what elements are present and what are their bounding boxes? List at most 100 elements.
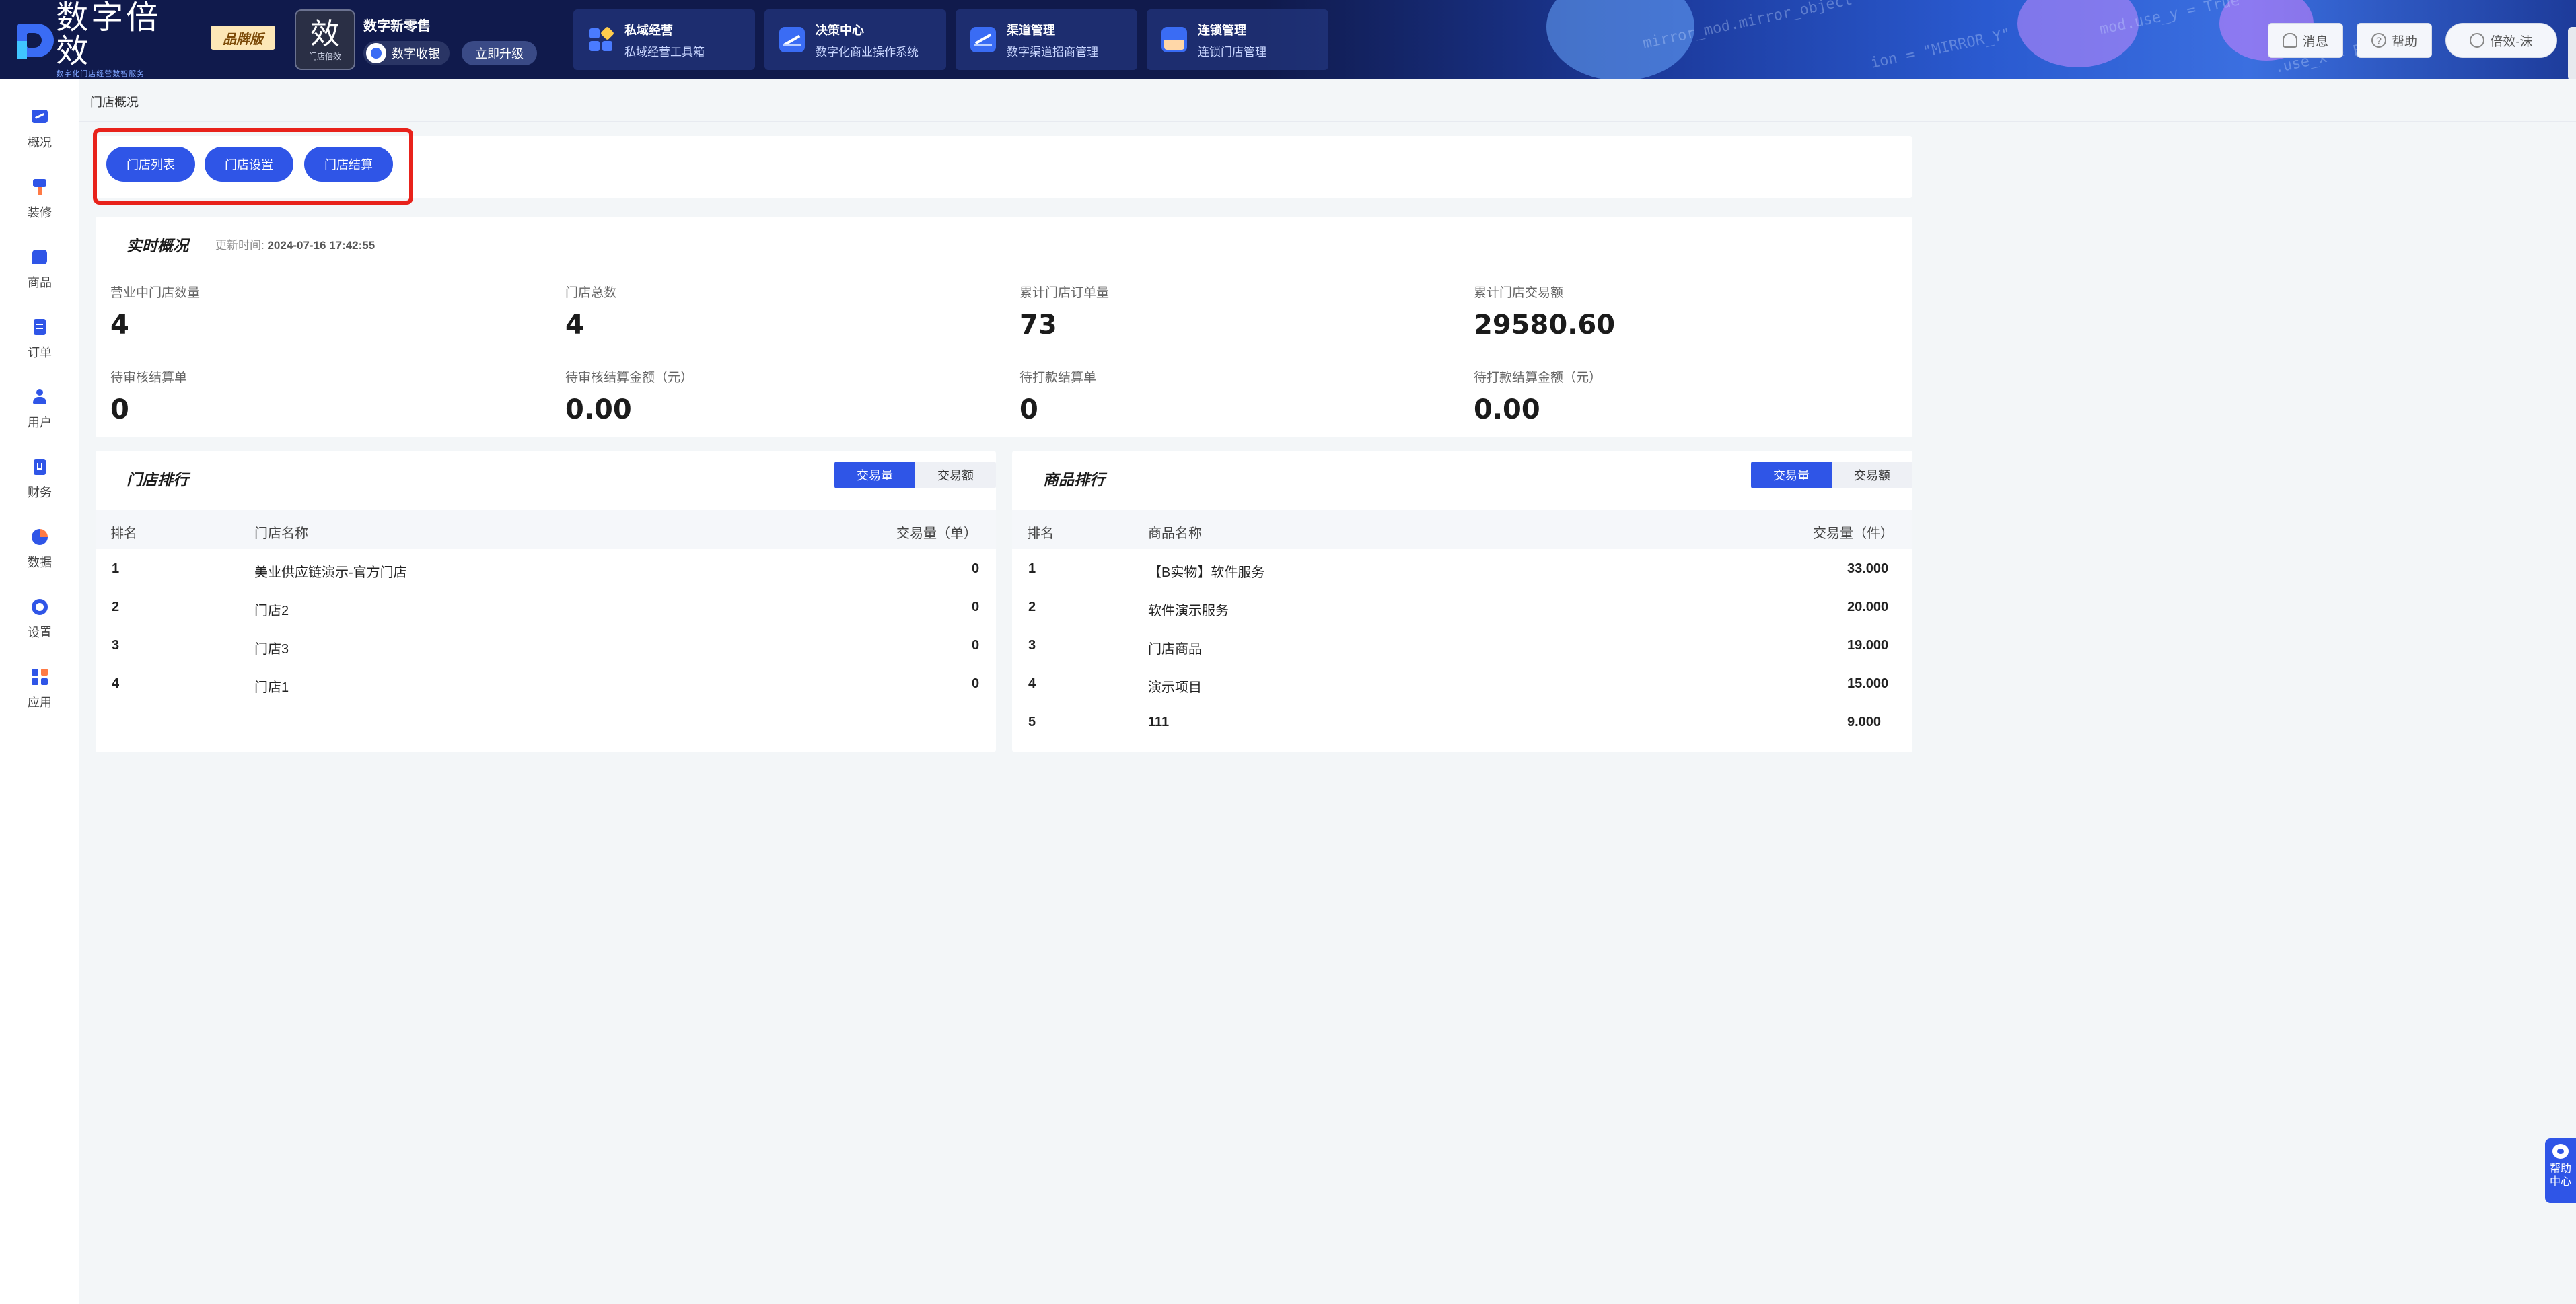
- metric-label: 累计门店交易额: [1474, 286, 1564, 300]
- trend-chart-icon: [779, 27, 805, 52]
- help-label: 帮助: [2391, 34, 2417, 49]
- metric-label: 待打款结算单: [1019, 371, 1097, 385]
- topnav-channel-management[interactable]: 渠道管理 数字渠道招商管理: [956, 9, 1137, 70]
- metric-value: 0.00: [565, 394, 632, 425]
- system-switch[interactable]: 数字收银: [363, 41, 450, 65]
- metric-value: 29580.60: [1474, 310, 1616, 340]
- volume-cell: 0: [972, 638, 980, 653]
- decorate-icon: [30, 178, 49, 196]
- volume-cell: 33.000: [1847, 561, 1889, 576]
- store-rank-card: [96, 451, 996, 752]
- order-icon: [30, 318, 49, 336]
- topnav-title: 私域经营: [624, 23, 673, 37]
- metric-label: 待审核结算金额（元）: [565, 371, 694, 385]
- volume-cell: 20.000: [1847, 600, 1889, 614]
- topnav-subtitle: 数字化商业操作系统: [816, 45, 919, 59]
- help-button[interactable]: ? 帮助: [2357, 23, 2432, 58]
- sidebar-item-apps[interactable]: 应用: [0, 662, 79, 716]
- user-name: 倍效-沫: [2490, 34, 2533, 49]
- tab-amount[interactable]: 交易额: [915, 462, 996, 488]
- logo-mark-icon: [17, 21, 54, 59]
- goods-name-cell: 111: [1148, 715, 1170, 729]
- goods-name-cell: 软件演示服务: [1148, 604, 1229, 618]
- sidebar-item-settings[interactable]: 设置: [0, 592, 79, 646]
- sidebar-item-label: 商品: [28, 276, 52, 289]
- system-icon: [366, 43, 386, 63]
- goods-rank-toggle: 交易量 交易额: [1751, 462, 1912, 488]
- logo-text: 数字倍效: [56, 0, 162, 70]
- update-time: 更新时间: 2024-07-16 17:42:55: [215, 236, 375, 252]
- volume-cell: 0: [972, 561, 980, 576]
- metric-label: 累计门店订单量: [1019, 286, 1110, 300]
- sidebar-item-user[interactable]: 用户: [0, 382, 79, 436]
- rank-cell: 1: [1028, 561, 1036, 576]
- store-logo[interactable]: 效 门店倍效: [295, 9, 355, 70]
- store-rank-toggle: 交易量 交易额: [834, 462, 996, 488]
- column-header: 排名: [1027, 526, 1054, 541]
- metric-value: 0: [110, 394, 129, 425]
- goods-name-cell: 门店商品: [1148, 642, 1202, 657]
- metric-label: 待审核结算单: [110, 371, 188, 385]
- sidebar-item-label: 概况: [28, 136, 52, 149]
- volume-cell: 9.000: [1847, 715, 1882, 729]
- sidebar-item-label: 数据: [28, 556, 52, 569]
- metric-value: 0: [1019, 394, 1038, 425]
- metric-value: 0.00: [1474, 394, 1540, 425]
- apps-grid-icon: [30, 667, 49, 686]
- table-header: [1012, 510, 1912, 549]
- topnav-chain-management[interactable]: 连锁管理 连锁门店管理: [1147, 9, 1328, 70]
- volume-cell: 19.000: [1847, 638, 1889, 653]
- volume-cell: 0: [972, 676, 980, 691]
- sidebar-item-finance[interactable]: 财务: [0, 452, 79, 506]
- scroll-handle[interactable]: [2568, 27, 2576, 79]
- rank-cell: 2: [1028, 600, 1036, 614]
- help-center-float-button[interactable]: 帮助 中心: [2545, 1138, 2576, 1203]
- divider: [79, 121, 2576, 122]
- topnav-decision-center[interactable]: 决策中心 数字化商业操作系统: [764, 9, 946, 70]
- metric-label: 门店总数: [565, 286, 617, 300]
- store-name-cell: 美业供应链演示-官方门店: [254, 565, 407, 580]
- sidebar-item-order[interactable]: 订单: [0, 312, 79, 366]
- sidebar-item-decorate[interactable]: 装修: [0, 172, 79, 226]
- sidebar-item-goods[interactable]: 商品: [0, 242, 79, 296]
- user-menu[interactable]: 倍效-沫: [2445, 23, 2557, 58]
- overview-icon: [30, 108, 49, 126]
- tab-amount[interactable]: 交易额: [1832, 462, 1912, 488]
- sidebar-item-label: 应用: [28, 696, 52, 709]
- brand-logo[interactable]: 数字倍效 数字化门店经营数智服务: [17, 1, 179, 78]
- pie-chart-icon: [30, 528, 49, 546]
- rank-cell: 4: [1028, 676, 1036, 691]
- column-header: 交易量（单）: [896, 526, 977, 541]
- metric-value: 4: [565, 310, 584, 340]
- message-label: 消息: [2302, 34, 2328, 49]
- message-button[interactable]: 消息: [2268, 23, 2343, 58]
- sidebar-item-data[interactable]: 数据: [0, 522, 79, 576]
- sidebar-item-label: 订单: [28, 346, 52, 359]
- metric-label: 待打款结算金额（元）: [1474, 371, 1602, 385]
- sidebar-item-label: 装修: [28, 206, 52, 219]
- store-name-cell: 门店3: [254, 642, 289, 657]
- column-header: 排名: [110, 526, 137, 541]
- topnav-private-domain[interactable]: 私域经营 私域经营工具箱: [573, 9, 755, 70]
- topnav-title: 连锁管理: [1198, 23, 1246, 37]
- update-label: 更新时间:: [215, 239, 264, 252]
- table-header: [96, 510, 996, 549]
- top-header: mirror_mod.mirror_object ion = "MIRROR_Y…: [0, 0, 2576, 79]
- store-name-cell: 门店1: [254, 680, 289, 695]
- metric-value: 73: [1019, 310, 1057, 340]
- goods-icon: [30, 248, 49, 266]
- tab-volume[interactable]: 交易量: [1751, 462, 1832, 488]
- sidebar-item-overview[interactable]: 概况: [0, 102, 79, 156]
- bell-icon: [2282, 33, 2297, 48]
- rank-cell: 5: [1028, 715, 1036, 729]
- volume-cell: 15.000: [1847, 676, 1889, 691]
- topnav-subtitle: 私域经营工具箱: [624, 45, 705, 59]
- topnav-subtitle: 数字渠道招商管理: [1007, 45, 1098, 59]
- chat-bubble-icon: [2552, 1144, 2569, 1159]
- tab-volume[interactable]: 交易量: [834, 462, 915, 488]
- rank-cell: 3: [112, 638, 120, 653]
- upgrade-button[interactable]: 立即升级: [462, 41, 537, 65]
- breadcrumb: 门店概况: [90, 96, 139, 109]
- goods-rank-title: 商品排行: [1043, 471, 1105, 488]
- rank-cell: 4: [112, 676, 120, 691]
